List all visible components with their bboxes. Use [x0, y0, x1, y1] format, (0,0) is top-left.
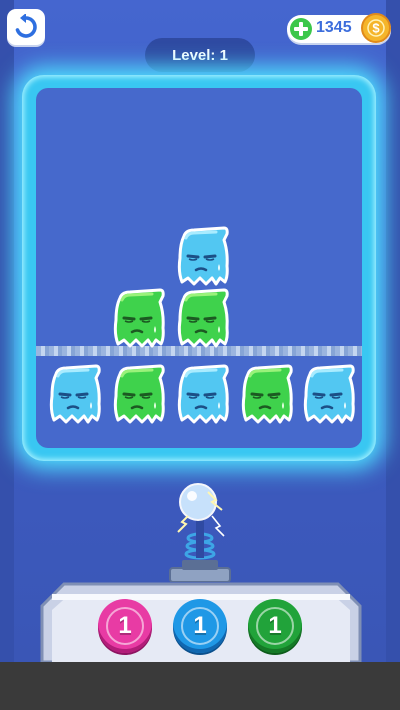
undo-button[interactable] [7, 9, 45, 45]
ball-green-count: 1 [268, 612, 282, 639]
level-text: Level: 1 [172, 46, 228, 64]
svg-text:$: $ [372, 21, 380, 36]
coin-counter: 1345 $ [287, 13, 391, 43]
ghost-blue[interactable] [298, 364, 358, 426]
level-indicator: Level: 1 [145, 38, 255, 72]
ball-pink[interactable]: 1 [98, 599, 152, 653]
ghost-blue[interactable] [44, 364, 104, 426]
background-stripe-right [386, 0, 400, 662]
undo-arrow-icon [15, 14, 37, 38]
add-coins-button[interactable] [290, 18, 312, 40]
system-bottom-bar [0, 662, 400, 710]
ghost-green[interactable] [172, 288, 232, 350]
tesla-coil-icon[interactable] [168, 482, 232, 582]
ghost-green[interactable] [108, 288, 168, 350]
ghost-green[interactable] [108, 364, 168, 426]
ghost-green[interactable] [236, 364, 296, 426]
ball-blue-count: 1 [193, 612, 207, 639]
ball-pink-count: 1 [118, 612, 132, 639]
background-stripe-left [0, 0, 14, 662]
dollar-coin-icon: $ [361, 13, 391, 43]
coin-amount: 1345 [316, 19, 352, 36]
ghost-blue[interactable] [172, 364, 232, 426]
ball-blue[interactable]: 1 [173, 599, 227, 653]
ball-green[interactable]: 1 [248, 599, 302, 653]
ghost-blue[interactable] [172, 226, 232, 288]
plus-icon [294, 22, 308, 36]
